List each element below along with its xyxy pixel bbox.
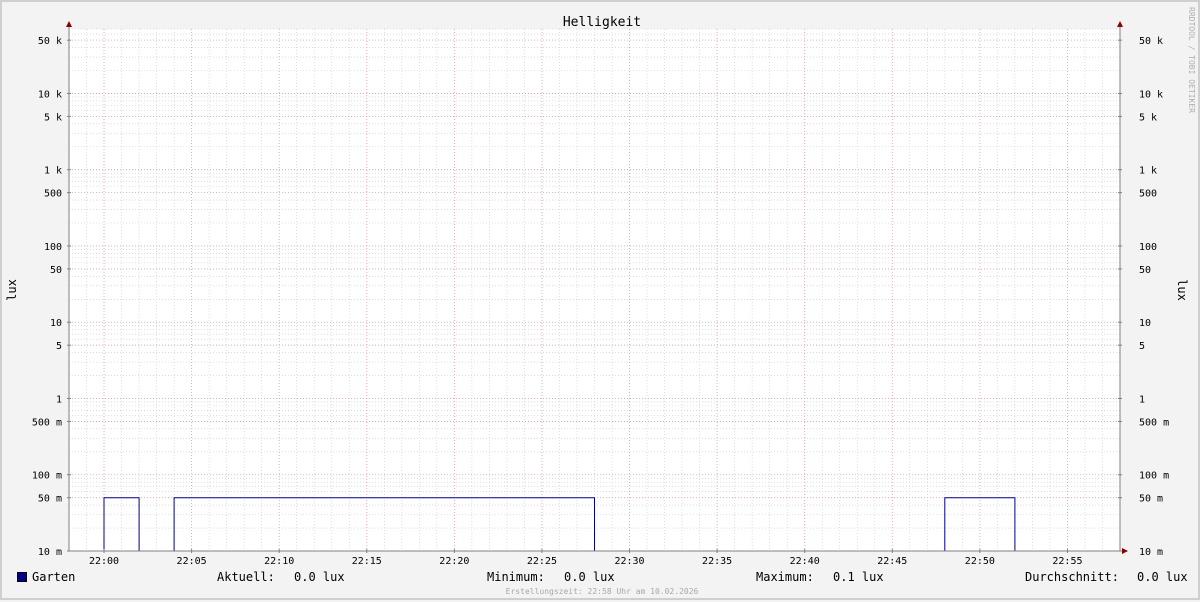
legend-max-value: 0.1 lux <box>833 570 884 584</box>
y-tick-label-right: 1 <box>1139 394 1145 405</box>
y-tick-label-right: 50 <box>1139 265 1151 276</box>
y-tick-label-left: 100 m <box>32 471 62 482</box>
brightness-chart: 10 m 10 m 50 m 50 m 100 m 100 m 500 m 500 m 1 1 5 5… <box>5 7 1196 596</box>
y-tick-label-left: 50 m <box>38 494 62 505</box>
graph-frame: 10 m 10 m 50 m 50 m 100 m 100 m 500 m 500 m 1 1 5 5… <box>0 0 1200 600</box>
y-tick-label-left: 50 <box>50 265 62 276</box>
y-tick-label-right: 10 m <box>1139 547 1163 558</box>
y-tick-label-left: 500 m <box>32 417 62 428</box>
x-tick-label: 22:25 <box>527 556 557 567</box>
y-tick-label-left: 100 <box>44 242 62 253</box>
y-tick-label-left: 50 k <box>38 36 62 47</box>
y-tick-label-right: 1 k <box>1139 166 1157 177</box>
y-axis-label-right: lux <box>1175 279 1189 301</box>
legend-current-label: Aktuell: <box>217 570 275 584</box>
y-tick-label-left: 10 k <box>38 89 62 100</box>
chart-title: Helligkeit <box>563 15 641 30</box>
x-tick-label: 22:40 <box>790 556 820 567</box>
legend-swatch-garten <box>17 572 27 582</box>
y-tick-label-right: 500 <box>1139 189 1157 200</box>
y-tick-label-right: 500 m <box>1139 417 1169 428</box>
legend-max-label: Maximum: <box>756 570 814 584</box>
legend-current-value: 0.0 lux <box>294 570 345 584</box>
y-tick-label-left: 1 k <box>44 166 62 177</box>
x-tick-label: 22:55 <box>1052 556 1082 567</box>
y-tick-label-right: 5 <box>1139 341 1145 352</box>
legend-avg-label: Durchschnitt: <box>1025 570 1119 584</box>
x-tick-label: 22:30 <box>614 556 644 567</box>
y-tick-label-left: 5 <box>56 341 62 352</box>
legend-avg-value: 0.0 lux <box>1137 570 1188 584</box>
legend-series-name: Garten <box>32 570 76 584</box>
x-tick-label: 22:35 <box>702 556 732 567</box>
x-tick-label: 22:45 <box>877 556 907 567</box>
y-tick-label-right: 50 k <box>1139 36 1163 47</box>
y-axis-left-arrow <box>66 21 72 27</box>
x-tick-label: 22:10 <box>264 556 294 567</box>
y-tick-label-left: 1 <box>56 394 62 405</box>
y-tick-label-right: 5 k <box>1139 112 1157 123</box>
legend-min-value: 0.0 lux <box>564 570 615 584</box>
y-tick-label-right: 10 <box>1139 318 1151 329</box>
y-tick-label-left: 10 m <box>38 547 62 558</box>
y-tick-label-right: 10 k <box>1139 89 1163 100</box>
y-tick-label-left: 500 <box>44 189 62 200</box>
y-tick-label-left: 10 <box>50 318 62 329</box>
y-tick-label-right: 50 m <box>1139 494 1163 505</box>
x-tick-label: 22:05 <box>177 556 207 567</box>
y-tick-label-right: 100 <box>1139 242 1157 253</box>
x-tick-label: 22:20 <box>439 556 469 567</box>
y-tick-label-left: 5 k <box>44 112 62 123</box>
x-tick-label: 22:00 <box>89 556 119 567</box>
y-tick-label-right: 100 m <box>1139 471 1169 482</box>
y-axis-label-left: lux <box>5 279 19 301</box>
watermark: RRDTOOL / TOBI OETIKER <box>1187 7 1196 113</box>
x-tick-label: 22:50 <box>965 556 995 567</box>
footer-timestamp: Erstellungszeit: 22:58 Uhr am 10.02.2026 <box>506 587 699 596</box>
legend-min-label: Minimum: <box>487 570 545 584</box>
y-axis-right-arrow <box>1117 21 1123 27</box>
x-tick-label: 22:15 <box>352 556 382 567</box>
x-axis-arrow <box>1122 548 1128 554</box>
